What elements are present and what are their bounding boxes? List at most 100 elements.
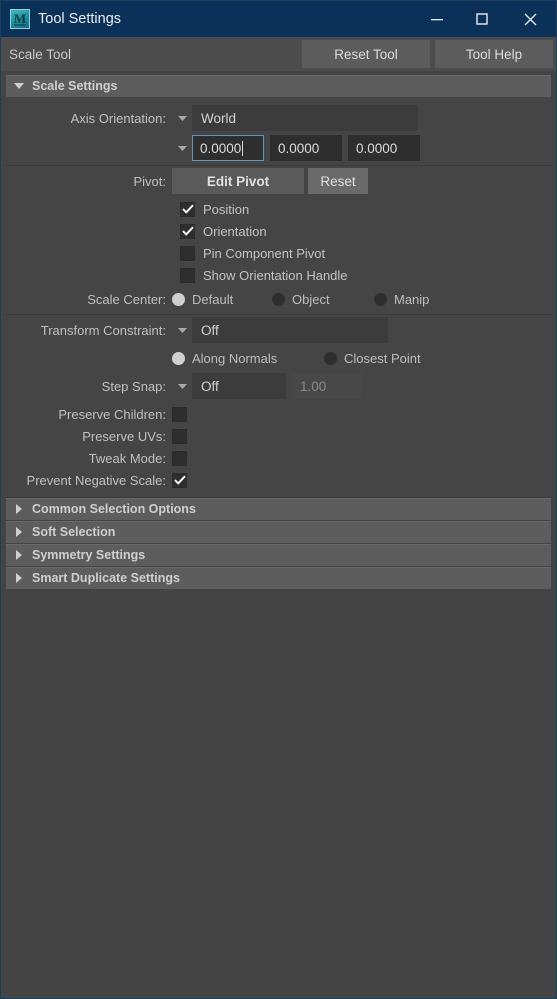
- section-header-smart-duplicate-settings[interactable]: Smart Duplicate Settings: [6, 567, 551, 589]
- chevron-right-icon: [6, 550, 32, 560]
- maya-logo-letter: M: [13, 10, 27, 26]
- radio-dot-closest-point: [324, 351, 337, 365]
- transform-constraint-label: Transform Constraint:: [40, 322, 166, 338]
- label-orientation: Orientation: [203, 223, 267, 239]
- transform-constraint-value[interactable]: Off: [192, 317, 388, 343]
- row-step-snap: Step Snap: Off 1.00: [6, 373, 551, 399]
- axis-value-x-text: 0.0000: [200, 140, 242, 156]
- label-preserve-children: Preserve Children:: [58, 406, 166, 422]
- text-caret: [242, 140, 244, 156]
- checkbox-preserve-uvs[interactable]: [172, 428, 187, 444]
- maya-logo-underbar: [14, 24, 26, 26]
- label-scale-center-object: Object: [292, 291, 330, 307]
- checkbox-prevent-negative-scale[interactable]: [172, 472, 187, 488]
- section-title-soft-selection: Soft Selection: [32, 525, 116, 539]
- window-controls: [414, 1, 556, 37]
- axis-orientation-value[interactable]: World: [192, 105, 418, 131]
- label-scale-center-default: Default: [192, 291, 234, 307]
- tool-help-button[interactable]: Tool Help: [435, 40, 553, 68]
- row-preserve-children: Preserve Children:: [6, 403, 551, 425]
- radio-along-normals[interactable]: Along Normals: [172, 351, 324, 366]
- row-axis-orientation: Axis Orientation: World: [6, 105, 551, 131]
- row-pivot-orientation: Orientation: [6, 220, 551, 242]
- label-along-normals: Along Normals: [192, 350, 278, 366]
- chevron-down-icon: [6, 82, 32, 90]
- row-pivot-position: Position: [6, 198, 551, 220]
- label-scale-center-manip: Manip: [394, 291, 430, 307]
- pivot-reset-button[interactable]: Reset: [308, 168, 368, 194]
- axis-orientation-dropdown-icon[interactable]: [172, 115, 192, 122]
- close-button[interactable]: [504, 1, 556, 37]
- maximize-button[interactable]: [459, 1, 504, 37]
- row-show-orientation-handle: Show Orientation Handle: [6, 264, 551, 286]
- edit-pivot-button[interactable]: Edit Pivot: [172, 168, 304, 194]
- reset-tool-button[interactable]: Reset Tool: [302, 40, 430, 68]
- checkbox-position[interactable]: [180, 201, 195, 217]
- section-title-symmetry-settings: Symmetry Settings: [32, 548, 146, 562]
- radio-scale-center-manip[interactable]: Manip: [374, 292, 429, 307]
- checkbox-tweak-mode[interactable]: [172, 450, 187, 466]
- step-snap-amount-input: 1.00: [292, 373, 362, 399]
- transform-constraint-dropdown-icon[interactable]: [172, 327, 192, 334]
- section-header-soft-selection[interactable]: Soft Selection: [6, 521, 551, 543]
- section-title-common-selection-options: Common Selection Options: [32, 502, 196, 516]
- close-icon: [524, 13, 536, 25]
- radio-closest-point[interactable]: Closest Point: [324, 351, 421, 366]
- step-snap-dropdown-icon[interactable]: [172, 383, 192, 390]
- row-preserve-uvs: Preserve UVs:: [6, 425, 551, 447]
- active-tool-label: Scale Tool: [9, 46, 72, 62]
- maximize-icon: [475, 13, 488, 25]
- row-pivot: Pivot: Edit Pivot Reset: [6, 168, 551, 194]
- checkbox-pin-component-pivot[interactable]: [180, 245, 195, 261]
- minimize-button[interactable]: [414, 1, 459, 37]
- check-icon: [173, 475, 186, 485]
- section-title-smart-duplicate-settings: Smart Duplicate Settings: [32, 571, 180, 585]
- check-icon: [181, 204, 194, 214]
- label-prevent-negative-scale: Prevent Negative Scale:: [26, 472, 166, 488]
- row-tweak-mode: Tweak Mode:: [6, 447, 551, 469]
- chevron-right-icon: [6, 573, 32, 583]
- radio-dot-default: [172, 292, 185, 306]
- label-tweak-mode: Tweak Mode:: [88, 450, 166, 466]
- radio-dot-manip: [374, 292, 387, 306]
- title-bar: M Tool Settings: [1, 1, 556, 37]
- axis-value-y-input[interactable]: 0.0000: [270, 135, 342, 161]
- checkbox-preserve-children[interactable]: [172, 406, 187, 422]
- axis-orientation-label: Axis Orientation:: [70, 110, 166, 126]
- divider: [6, 314, 551, 315]
- row-prevent-negative-scale: Prevent Negative Scale:: [6, 469, 551, 491]
- checkbox-show-orientation-handle[interactable]: [180, 267, 195, 283]
- chevron-right-icon: [6, 504, 32, 514]
- section-header-scale-settings[interactable]: Scale Settings: [6, 75, 551, 97]
- label-preserve-uvs: Preserve UVs:: [82, 428, 166, 444]
- row-axis-values: 0.0000 0.0000 0.0000: [6, 135, 551, 161]
- radio-dot-along-normals: [172, 351, 185, 365]
- axis-value-z-input[interactable]: 0.0000: [348, 135, 420, 161]
- radio-scale-center-object[interactable]: Object: [272, 292, 374, 307]
- section-header-common-selection-options[interactable]: Common Selection Options: [6, 498, 551, 520]
- radio-dot-object: [272, 292, 285, 306]
- step-snap-label: Step Snap:: [101, 378, 166, 394]
- row-scale-center: Scale Center: Default Object Manip: [6, 288, 551, 310]
- section-header-symmetry-settings[interactable]: Symmetry Settings: [6, 544, 551, 566]
- section-title-scale-settings: Scale Settings: [32, 79, 118, 93]
- label-position: Position: [203, 201, 250, 217]
- checkbox-orientation[interactable]: [180, 223, 195, 239]
- pivot-label: Pivot:: [133, 173, 166, 189]
- minimize-icon: [430, 19, 443, 21]
- axis-values-dropdown-icon[interactable]: [172, 145, 192, 152]
- scale-center-label: Scale Center:: [87, 291, 166, 307]
- label-show-orientation-handle: Show Orientation Handle: [203, 267, 348, 283]
- label-pin-component-pivot: Pin Component Pivot: [203, 245, 326, 261]
- row-pin-component-pivot: Pin Component Pivot: [6, 242, 551, 264]
- radio-scale-center-default[interactable]: Default: [172, 292, 272, 307]
- tool-bar: Scale Tool Reset Tool Tool Help: [1, 37, 556, 71]
- step-snap-value[interactable]: Off: [192, 373, 286, 399]
- settings-body: Scale Settings Axis Orientation: World 0…: [1, 71, 556, 998]
- window-title: Tool Settings: [38, 11, 122, 27]
- tool-settings-window: M Tool Settings Scale Tool Reset Tool To…: [0, 0, 557, 999]
- chevron-right-icon: [6, 527, 32, 537]
- maya-logo-icon: M: [10, 9, 30, 29]
- axis-value-x-input[interactable]: 0.0000: [192, 135, 264, 161]
- label-closest-point: Closest Point: [344, 350, 421, 366]
